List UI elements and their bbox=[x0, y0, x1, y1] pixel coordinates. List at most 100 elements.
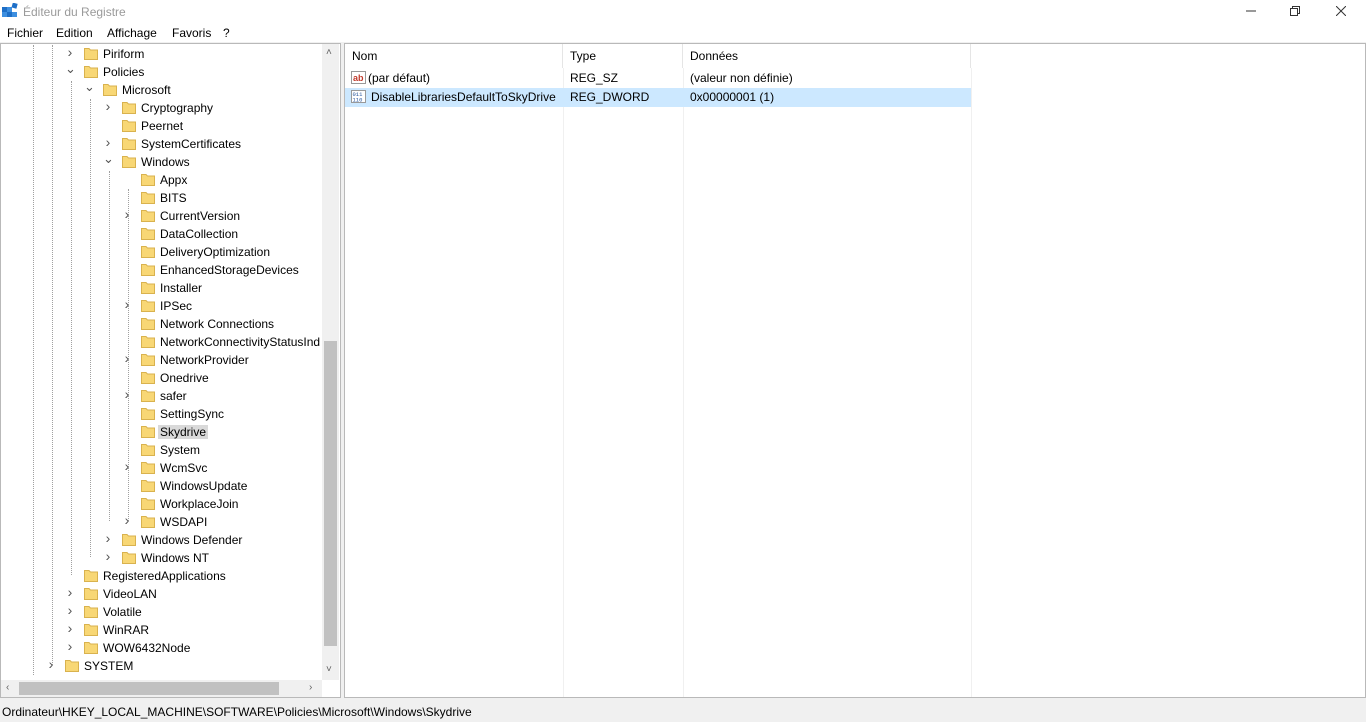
chevron-right-icon[interactable]: › bbox=[103, 531, 113, 545]
tree-node[interactable]: › Volatile bbox=[1, 603, 323, 621]
tree-node[interactable]: Appx bbox=[1, 171, 323, 189]
folder-icon bbox=[141, 389, 155, 402]
column-header-data[interactable]: Données bbox=[683, 44, 971, 68]
tree-node-label: Network Connections bbox=[160, 317, 275, 331]
tree-node[interactable]: Skydrive bbox=[1, 423, 323, 441]
tree-horizontal-scrollbar[interactable]: ‹ › bbox=[1, 680, 322, 697]
tree-node[interactable]: DeliveryOptimization bbox=[1, 243, 323, 261]
minimize-icon bbox=[1246, 5, 1256, 19]
tree-node[interactable]: EnhancedStorageDevices bbox=[1, 261, 323, 279]
chevron-right-icon[interactable]: › bbox=[122, 351, 132, 365]
chevron-right-icon[interactable]: › bbox=[65, 45, 75, 59]
scroll-right-icon[interactable]: › bbox=[309, 682, 312, 693]
tree-node[interactable]: › CurrentVersion bbox=[1, 207, 323, 225]
folder-icon bbox=[141, 263, 155, 276]
tree-node[interactable]: NetworkConnectivityStatusInd bbox=[1, 333, 323, 351]
menu-affichage[interactable]: Affichage bbox=[107, 26, 157, 40]
scroll-up-icon[interactable]: ˄ bbox=[326, 47, 332, 58]
column-divider bbox=[683, 68, 684, 697]
folder-icon bbox=[141, 317, 155, 330]
tree-node[interactable]: › Windows Defender bbox=[1, 531, 323, 549]
tree-node[interactable]: › SYSTEM bbox=[1, 657, 323, 675]
registry-path: Ordinateur\HKEY_LOCAL_MACHINE\SOFTWARE\P… bbox=[2, 705, 472, 719]
values-list-pane: Nom Type Données ab (par défaut) REG_SZ … bbox=[344, 43, 1366, 698]
tree-node[interactable]: › WOW6432Node bbox=[1, 639, 323, 657]
close-button[interactable] bbox=[1318, 0, 1364, 24]
tree-node[interactable]: › VideoLAN bbox=[1, 585, 323, 603]
menu-help[interactable]: ? bbox=[223, 26, 230, 40]
chevron-right-icon[interactable]: › bbox=[46, 657, 56, 671]
tree-node[interactable]: › WinRAR bbox=[1, 621, 323, 639]
tree-horizontal-scroll-thumb[interactable] bbox=[19, 682, 279, 695]
folder-icon bbox=[141, 191, 155, 204]
chevron-down-icon[interactable]: ⌄ bbox=[103, 152, 114, 165]
value-row-selected[interactable]: 011 110 DisableLibrariesDefaultToSkyDriv… bbox=[345, 88, 971, 107]
menu-fichier[interactable]: Fichier bbox=[7, 26, 43, 40]
tree-node[interactable]: Installer bbox=[1, 279, 323, 297]
chevron-right-icon[interactable]: › bbox=[65, 621, 75, 635]
tree-node[interactable]: › Windows NT bbox=[1, 549, 323, 567]
tree-node[interactable]: Network Connections bbox=[1, 315, 323, 333]
tree-node[interactable]: Peernet bbox=[1, 117, 323, 135]
chevron-right-icon[interactable]: › bbox=[122, 513, 132, 527]
registry-tree: › Piriform ⌄ Policies ⌄ Microsoft › Cryptograph… bbox=[1, 45, 323, 681]
folder-icon bbox=[141, 173, 155, 186]
tree-node[interactable]: › SystemCertificates bbox=[1, 135, 323, 153]
tree-node-label: VideoLAN bbox=[103, 587, 157, 601]
value-row[interactable]: ab (par défaut) REG_SZ (valeur non défin… bbox=[345, 69, 971, 88]
tree-node[interactable]: › WSDAPI bbox=[1, 513, 323, 531]
value-data: 0x00000001 (1) bbox=[690, 90, 775, 104]
tree-node[interactable]: ⌄ Windows bbox=[1, 152, 323, 171]
menu-bar: Fichier Edition Affichage Favoris ? bbox=[0, 24, 1366, 42]
tree-node[interactable]: SettingSync bbox=[1, 405, 323, 423]
tree-vertical-scroll-thumb[interactable] bbox=[324, 341, 337, 646]
tree-node[interactable]: › IPSec bbox=[1, 297, 323, 315]
menu-edition[interactable]: Edition bbox=[56, 26, 93, 40]
tree-vertical-scrollbar[interactable]: ˄ ˅ bbox=[322, 44, 339, 680]
folder-icon bbox=[141, 245, 155, 258]
chevron-right-icon[interactable]: › bbox=[65, 585, 75, 599]
chevron-right-icon[interactable]: › bbox=[122, 207, 132, 221]
chevron-right-icon[interactable]: › bbox=[122, 387, 132, 401]
tree-node-label: Windows Defender bbox=[141, 533, 243, 547]
tree-node-label: Cryptography bbox=[141, 101, 214, 115]
value-type: REG_DWORD bbox=[570, 90, 650, 104]
tree-node[interactable]: › Cryptography bbox=[1, 99, 323, 117]
chevron-right-icon[interactable]: › bbox=[122, 459, 132, 473]
tree-node-label: Piriform bbox=[103, 47, 145, 61]
tree-node[interactable]: › safer bbox=[1, 387, 323, 405]
tree-node[interactable]: ⌄ Policies bbox=[1, 62, 323, 81]
tree-node[interactable]: DataCollection bbox=[1, 225, 323, 243]
column-header-name[interactable]: Nom bbox=[345, 44, 563, 68]
folder-icon bbox=[141, 425, 155, 438]
tree-node[interactable]: ⌄ Microsoft bbox=[1, 80, 323, 99]
menu-favoris[interactable]: Favoris bbox=[172, 26, 211, 40]
chevron-down-icon[interactable]: ⌄ bbox=[84, 80, 95, 93]
scroll-down-icon[interactable]: ˅ bbox=[326, 664, 332, 675]
chevron-down-icon[interactable]: ⌄ bbox=[65, 62, 76, 75]
tree-node[interactable]: System bbox=[1, 441, 323, 459]
tree-node[interactable]: RegisteredApplications bbox=[1, 567, 323, 585]
chevron-right-icon[interactable]: › bbox=[65, 603, 75, 617]
tree-node[interactable]: › Piriform bbox=[1, 45, 323, 63]
folder-icon bbox=[84, 65, 98, 78]
tree-node-label: RegisteredApplications bbox=[103, 569, 226, 583]
chevron-right-icon[interactable]: › bbox=[122, 297, 132, 311]
tree-node[interactable]: WindowsUpdate bbox=[1, 477, 323, 495]
chevron-right-icon[interactable]: › bbox=[103, 135, 113, 149]
tree-node[interactable]: › NetworkProvider bbox=[1, 351, 323, 369]
column-header-type[interactable]: Type bbox=[563, 44, 683, 68]
minimize-button[interactable] bbox=[1228, 0, 1274, 24]
chevron-right-icon[interactable]: › bbox=[65, 639, 75, 653]
tree-node[interactable]: › WcmSvc bbox=[1, 459, 323, 477]
tree-node-label: DeliveryOptimization bbox=[160, 245, 271, 259]
tree-node[interactable]: WorkplaceJoin bbox=[1, 495, 323, 513]
tree-node[interactable]: BITS bbox=[1, 189, 323, 207]
svg-text:110: 110 bbox=[353, 97, 363, 104]
chevron-right-icon[interactable]: › bbox=[103, 99, 113, 113]
tree-node[interactable]: Onedrive bbox=[1, 369, 323, 387]
tree-node-label: safer bbox=[160, 389, 187, 403]
chevron-right-icon[interactable]: › bbox=[103, 549, 113, 563]
restore-button[interactable] bbox=[1272, 0, 1318, 24]
scroll-left-icon[interactable]: ‹ bbox=[6, 682, 9, 693]
